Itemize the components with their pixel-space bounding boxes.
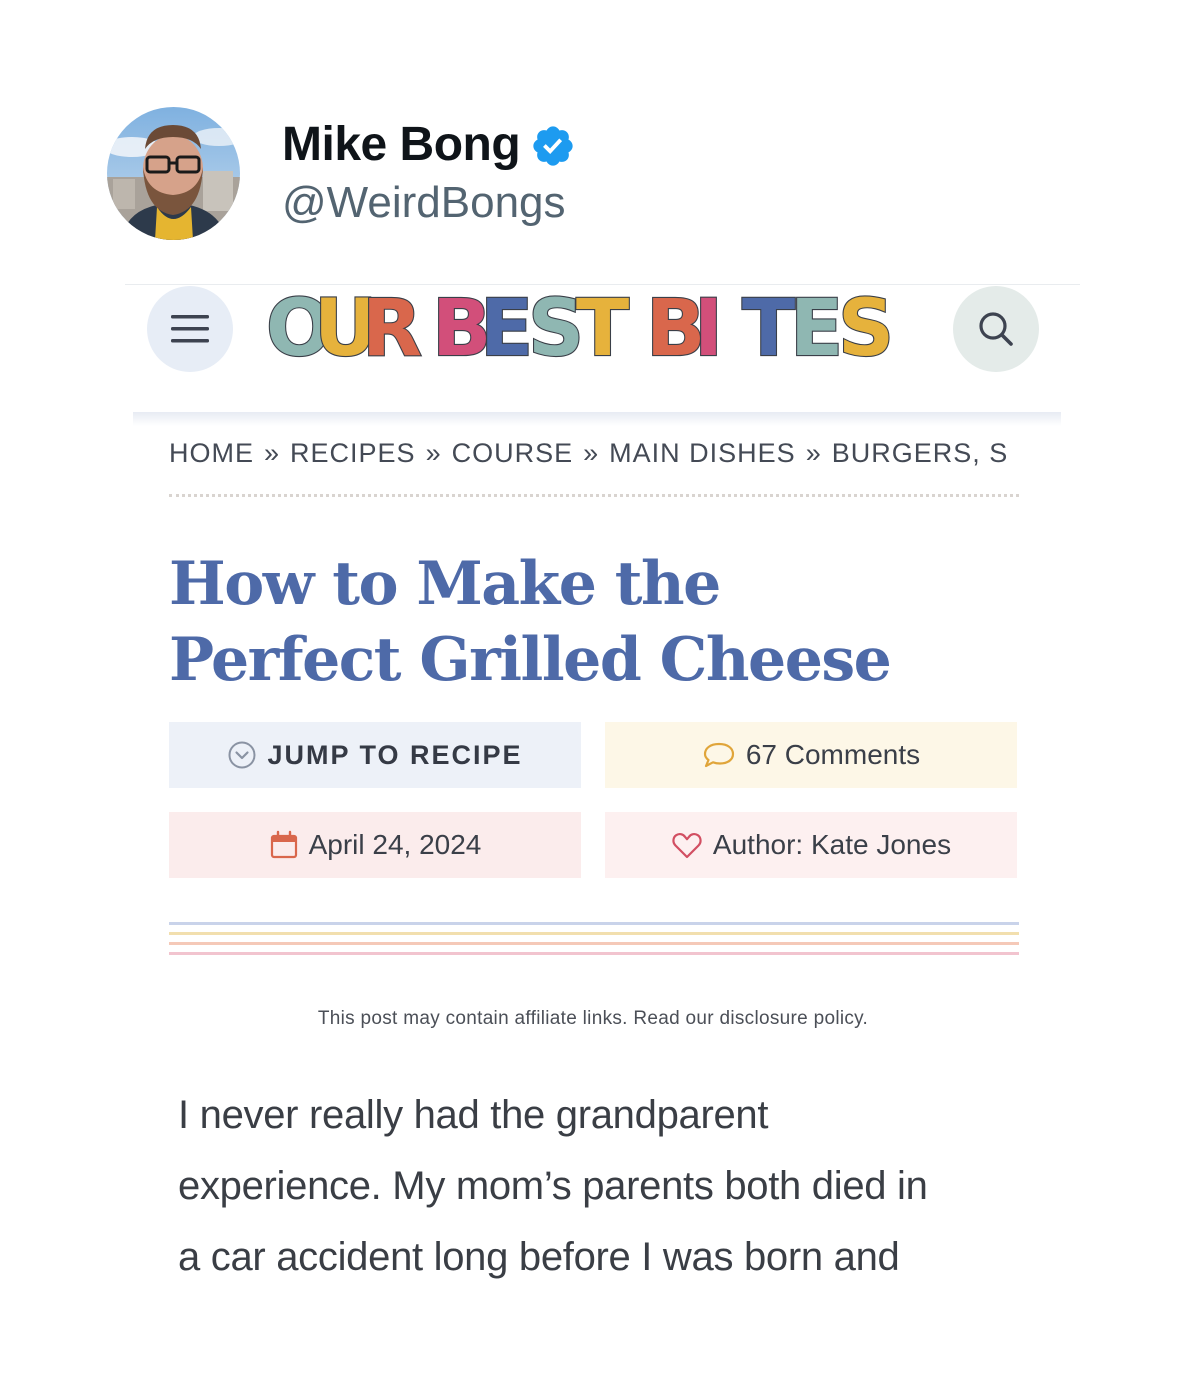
breadcrumb-course[interactable]: COURSE <box>452 438 574 468</box>
post-author[interactable]: Author: Kate Jones <box>605 812 1017 878</box>
breadcrumb-recipes[interactable]: RECIPES <box>290 438 416 468</box>
search-icon <box>979 312 1013 346</box>
jump-to-recipe-button[interactable]: JUMP TO RECIPE <box>169 722 581 788</box>
rainbow-line-blue <box>169 922 1019 925</box>
verified-badge-icon <box>530 123 576 169</box>
site-logo[interactable]: OUR BEST BI TES <box>262 285 922 369</box>
breadcrumb-separator: » <box>264 438 281 468</box>
post-author-label: Author: Kate Jones <box>712 829 952 860</box>
comments-link[interactable]: 67 Comments <box>605 722 1017 788</box>
logo-letter: E <box>790 285 843 369</box>
rainbow-line-pink <box>169 952 1019 955</box>
logo-letter: I <box>694 285 723 369</box>
breadcrumb-separator: » <box>583 438 600 468</box>
post-body-line-1: I never really had the grandparent <box>178 1093 769 1137</box>
breadcrumb: HOME » RECIPES » COURSE » MAIN DISHES » BURGERS,… <box>169 438 1019 469</box>
hamburger-icon <box>171 315 209 343</box>
jump-to-recipe-label: JUMP TO RECIPE <box>267 739 523 770</box>
post-title: How to Make the Perfect Grilled Cheese <box>169 546 1029 698</box>
display-name[interactable]: Mike Bong <box>282 117 521 172</box>
user-handle[interactable]: @WeirdBongs <box>282 178 566 228</box>
post-title-line-1: How to Make the <box>169 549 721 619</box>
avatar[interactable] <box>107 107 240 240</box>
breadcrumb-separator: » <box>805 438 822 468</box>
logo-letter: E <box>480 285 533 369</box>
breadcrumb-home[interactable]: HOME <box>169 438 254 468</box>
rainbow-divider <box>169 922 1019 962</box>
post-body-line-3: a car accident long before I was born an… <box>178 1235 900 1279</box>
logo-letter: T <box>576 285 629 369</box>
post-body: I never really had the grandparent exper… <box>178 1080 1038 1293</box>
logo-letter: T <box>742 285 795 369</box>
breadcrumb-burgers[interactable]: BURGERS, S <box>832 438 1009 468</box>
header-shadow <box>133 412 1061 426</box>
post-title-line-2: Perfect Grilled Cheese <box>169 625 892 695</box>
breadcrumb-main-dishes[interactable]: MAIN DISHES <box>609 438 796 468</box>
post-body-line-2: experience. My mom’s parents both died i… <box>178 1164 928 1208</box>
logo-letter: S <box>838 285 894 369</box>
heart-icon <box>672 832 702 859</box>
post-date: April 24, 2024 <box>169 812 581 878</box>
search-button[interactable] <box>953 286 1039 372</box>
affiliate-disclosure[interactable]: This post may contain affiliate links. R… <box>0 1008 1186 1030</box>
rainbow-line-orange <box>169 942 1019 945</box>
display-name-row: Mike Bong <box>282 114 576 174</box>
chevron-circle-down-icon <box>228 741 256 769</box>
post-date-label: April 24, 2024 <box>308 829 482 860</box>
menu-button[interactable] <box>147 286 233 372</box>
rainbow-line-yellow <box>169 932 1019 935</box>
calendar-icon <box>270 830 297 859</box>
breadcrumb-divider <box>169 494 1019 497</box>
avatar-photo <box>107 107 240 240</box>
logo-letter: R <box>362 285 422 369</box>
comments-count-label: 67 Comments <box>745 739 921 770</box>
breadcrumb-separator: » <box>425 438 442 468</box>
comment-bubble-icon <box>703 742 734 768</box>
